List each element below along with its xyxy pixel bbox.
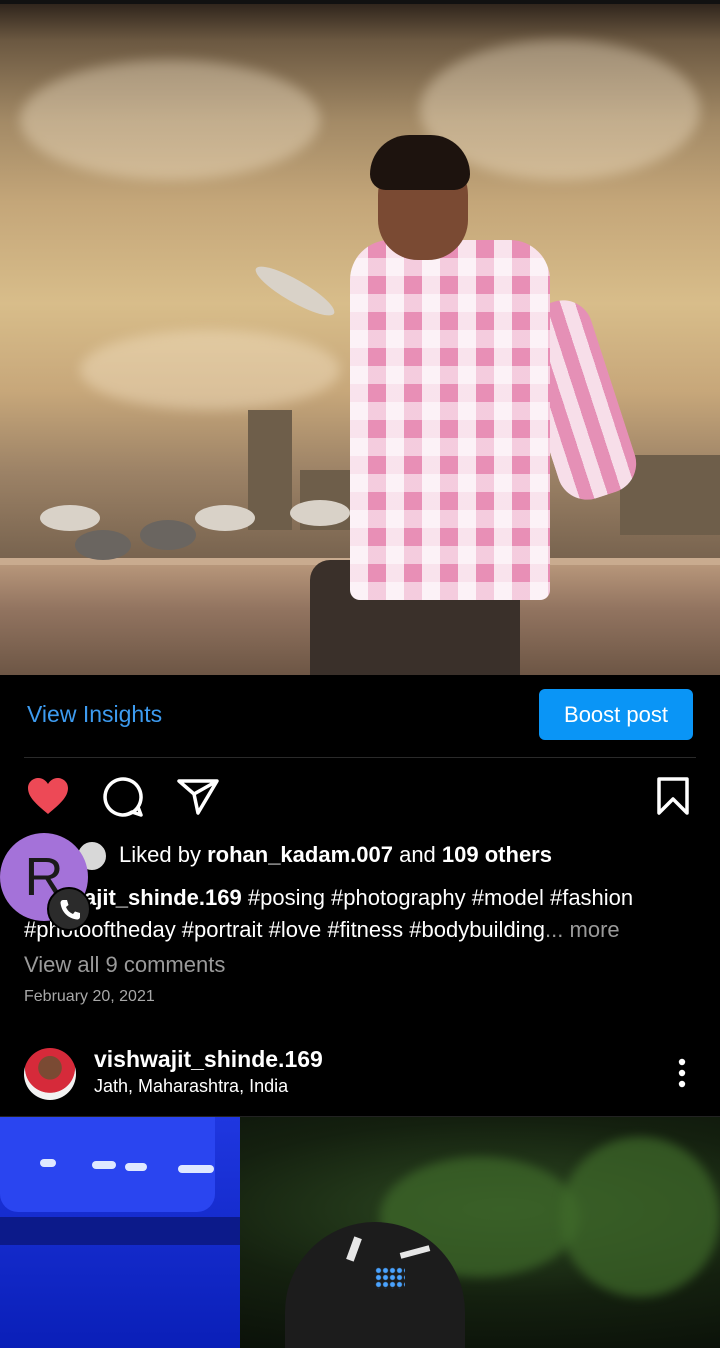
seagull [195,505,255,531]
cap-dots [375,1267,405,1289]
share-icon[interactable] [177,778,219,816]
avatar[interactable] [24,1048,76,1100]
liker-username[interactable]: rohan_kadam.007 [207,842,393,867]
light [40,1159,56,1167]
pigeon [75,530,131,560]
foliage [560,1137,720,1297]
post-photo[interactable] [0,0,720,675]
post-photo[interactable] [0,1117,720,1348]
bookmark-icon[interactable] [656,777,690,815]
phone-icon [47,887,91,931]
likes-summary[interactable]: Liked by rohan_kadam.007 and 109 others [119,842,552,868]
pigeon [140,520,196,550]
likes-joiner: and [399,842,436,867]
likes-others[interactable]: 109 others [442,842,552,867]
post-username[interactable]: vishwajit_shinde.169 [94,1046,323,1073]
person-shirt [350,240,550,600]
boost-post-button[interactable]: Boost post [539,689,693,740]
view-comments-link[interactable]: View all 9 comments [24,952,225,978]
caption-more-link[interactable]: more [570,917,620,942]
seagull [290,500,350,526]
tower [248,410,292,530]
person-hair [370,135,470,190]
light [178,1165,214,1173]
likes-prefix: Liked by [119,842,201,867]
cloud [20,60,320,180]
blue-object-band [0,1217,240,1245]
divider [24,757,696,758]
caption-ellipsis: ... [545,917,564,942]
post-location[interactable]: Jath, Maharashtra, India [94,1076,288,1097]
light [92,1161,116,1169]
cloud [80,330,340,410]
post-date: February 20, 2021 [24,988,155,1005]
light [125,1163,147,1171]
status-strip [0,0,720,4]
flying-bird [250,258,340,324]
more-options-icon[interactable] [664,1055,700,1095]
heart-icon[interactable] [26,776,70,816]
seagull [40,505,100,531]
comment-icon[interactable] [102,776,144,818]
post-caption: ajit_shinde.169 #posing #photography #mo… [24,882,694,946]
view-insights-link[interactable]: View Insights [27,701,162,728]
